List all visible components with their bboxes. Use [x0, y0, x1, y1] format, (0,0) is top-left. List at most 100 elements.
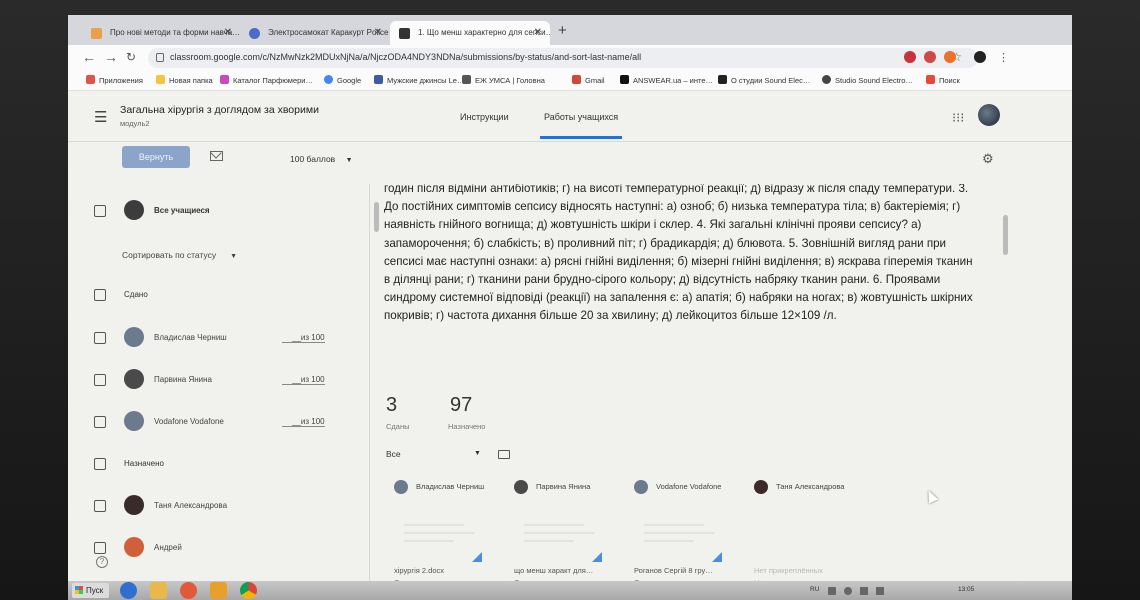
help-icon[interactable]: ? — [96, 556, 108, 568]
bookmark-sound-studio[interactable]: О студии Sound Elec… — [718, 75, 810, 85]
course-title[interactable]: Загальна хірургія з доглядом за хворими — [120, 104, 319, 116]
close-icon[interactable]: ✕ — [224, 21, 232, 45]
account-avatar[interactable] — [978, 104, 1000, 126]
bookmarks-bar: Приложения Новая папка Каталог Парфюмери… — [68, 71, 1072, 91]
apps-grid-icon[interactable]: ⁝⁝⁝ — [952, 110, 964, 126]
section-assigned: Назначено — [80, 445, 360, 485]
sort-select[interactable]: Сортировать по статусу ▼ — [122, 250, 237, 260]
content-scrollbar[interactable] — [1003, 215, 1008, 255]
battery-icon[interactable] — [876, 587, 884, 595]
browser-tab-1[interactable]: Про нові методи та форми навча… ✕ — [82, 21, 240, 45]
action-row: Вернуть 100 баллов ▼ ⚙ — [68, 142, 1072, 184]
extension-fox-icon[interactable] — [944, 51, 956, 63]
explorer-folder-icon[interactable] — [150, 582, 167, 599]
windows-taskbar: Пуск RU 13:05 — [68, 581, 1072, 600]
filter-select[interactable]: Все — [386, 449, 401, 459]
tab-favicon-icon — [399, 28, 410, 39]
browser-toolbar: ← → ↻ classroom.google.com/c/NzMwNzk2MDU… — [68, 45, 1072, 71]
avatar — [124, 537, 144, 557]
reload-icon[interactable]: ↻ — [126, 50, 136, 64]
extension-opera-icon[interactable] — [924, 51, 936, 63]
close-icon[interactable]: ✕ — [534, 21, 542, 45]
gear-icon[interactable]: ⚙ — [982, 151, 994, 167]
student-checkbox[interactable] — [94, 374, 106, 386]
chevron-down-icon[interactable]: ▼ — [474, 450, 481, 457]
student-row[interactable]: Vodafone Vodafone __из 100 — [80, 403, 360, 443]
assigned-count[interactable]: 97 — [450, 394, 472, 417]
bookmark-studio-sound[interactable]: Studio Sound Electro… — [822, 75, 913, 85]
group-icon — [124, 200, 144, 220]
profile-icon[interactable] — [974, 51, 986, 63]
browser-tab-3-active[interactable]: 1. Що менш характерно для сепси… ✕ — [390, 21, 550, 45]
umsa-icon — [462, 75, 471, 84]
bookmark-apps[interactable]: Приложения — [86, 75, 143, 85]
student-checkbox[interactable] — [94, 416, 106, 428]
bookmark-search[interactable]: Поиск — [926, 75, 960, 85]
student-row[interactable]: Таня Александрова — [80, 487, 360, 527]
section-done-checkbox[interactable] — [94, 289, 106, 301]
section-assigned-checkbox[interactable] — [94, 458, 106, 470]
network-icon[interactable] — [844, 587, 852, 595]
tab-title: 1. Що менш характерно для сепси… — [418, 28, 550, 37]
document-thumbnail[interactable] — [518, 514, 608, 564]
document-thumbnail[interactable] — [638, 514, 728, 564]
clock[interactable]: 13:05 — [958, 586, 974, 593]
more-menu-icon[interactable]: ⋮ — [998, 51, 1009, 64]
folder-icon[interactable] — [498, 450, 510, 459]
tray-flag-icon[interactable] — [828, 587, 836, 595]
avatar — [124, 495, 144, 515]
bookmark-answear[interactable]: ANSWEAR.ua – инте… — [620, 75, 713, 85]
new-tab-button[interactable]: + — [558, 22, 567, 39]
forward-icon[interactable]: → — [104, 49, 118, 65]
student-row[interactable]: Андрей — [80, 529, 360, 569]
bookmark-google[interactable]: Google — [324, 75, 361, 85]
studio-sound-icon — [822, 75, 831, 84]
back-icon[interactable]: ← — [82, 49, 96, 65]
grade-field[interactable]: __из 100 — [282, 417, 325, 427]
bookmark-umsa[interactable]: ЕЖ УМСА | Головна — [462, 75, 545, 85]
document-thumbnail[interactable] — [398, 514, 488, 564]
chrome-icon[interactable] — [240, 582, 257, 599]
browser-tab-2[interactable]: Электросамокат Каракурт Police Bl… ✕ — [240, 21, 390, 45]
email-icon[interactable] — [210, 151, 223, 161]
bookmark-gmail[interactable]: Gmail — [572, 75, 605, 85]
student-checkbox[interactable] — [94, 332, 106, 344]
folder-icon — [156, 75, 165, 84]
lock-icon — [156, 53, 164, 62]
student-list-scrollbar[interactable] — [374, 202, 379, 232]
avatar — [124, 369, 144, 389]
close-icon[interactable]: ✕ — [374, 21, 382, 45]
start-button[interactable]: Пуск — [72, 583, 110, 598]
address-bar[interactable]: classroom.google.com/c/NzMwNzk2MDUxNjNa/… — [148, 48, 978, 68]
classroom-header: ☰ Загальна хірургія з доглядом за хворим… — [68, 92, 1072, 142]
extension-shield-icon[interactable] — [904, 51, 916, 63]
submitted-label: Сданы — [386, 422, 410, 431]
section-done: Сдано — [80, 276, 360, 316]
language-indicator[interactable]: RU — [810, 586, 819, 593]
grade-field[interactable]: __из 100 — [282, 333, 325, 343]
return-button[interactable]: Вернуть — [122, 146, 190, 168]
all-students-row[interactable]: Все учащиеся — [80, 192, 360, 232]
avatar — [394, 480, 408, 494]
ie-icon[interactable] — [120, 582, 137, 599]
paint-icon[interactable] — [210, 582, 227, 599]
student-row[interactable]: Владислав Черниш __из 100 — [80, 319, 360, 359]
volume-icon[interactable] — [860, 587, 868, 595]
media-player-icon[interactable] — [180, 582, 197, 599]
submitted-count[interactable]: 3 — [386, 394, 397, 417]
bookmark-folder[interactable]: Новая папка — [156, 75, 213, 85]
gmail-icon — [572, 75, 581, 84]
hamburger-menu-icon[interactable]: ☰ — [94, 108, 107, 126]
tab-student-work[interactable]: Работы учащихся — [539, 112, 623, 139]
bookmark-jeans[interactable]: Мужские джинсы Le… — [374, 75, 464, 85]
select-all-checkbox[interactable] — [94, 205, 106, 217]
points-select[interactable]: 100 баллов ▼ — [290, 154, 353, 164]
tab-favicon-icon — [91, 28, 102, 39]
course-subtitle: модуль2 — [120, 119, 150, 128]
student-checkbox[interactable] — [94, 542, 106, 554]
grade-field[interactable]: __из 100 — [282, 375, 325, 385]
student-row[interactable]: Парвина Янина __из 100 — [80, 361, 360, 401]
bookmark-perfume[interactable]: Каталог Парфюмери… — [220, 75, 313, 85]
tab-instructions[interactable]: Инструкции — [460, 112, 509, 122]
student-checkbox[interactable] — [94, 500, 106, 512]
